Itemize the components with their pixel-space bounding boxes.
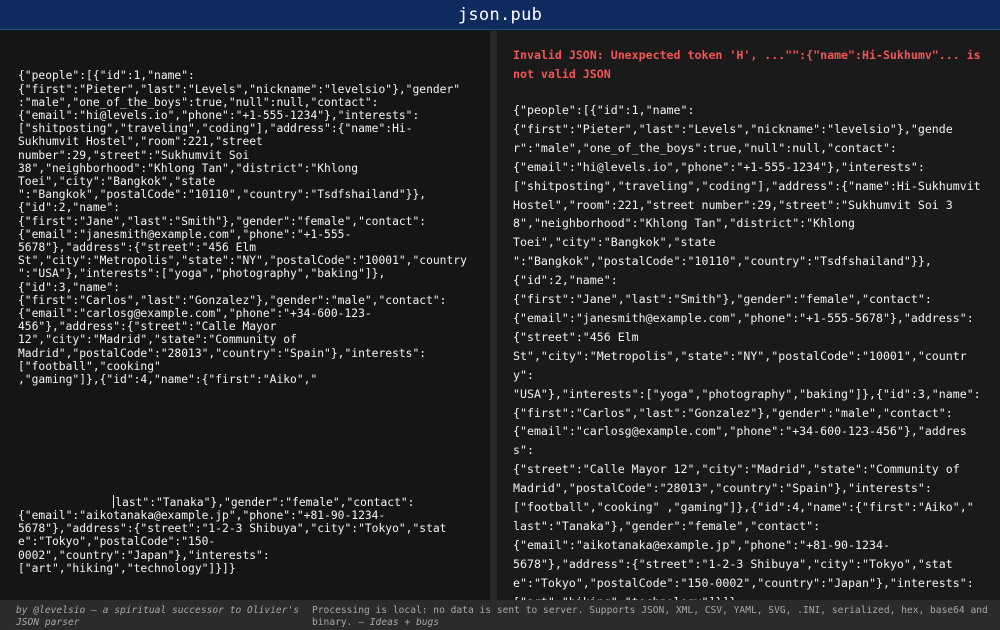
editor-text-block-2[interactable]: last":"Tanaka"},"gender":"female","conta… [18, 494, 472, 575]
credit-prefix: by [16, 605, 34, 616]
credit-middle: — a spiritual successor to [85, 605, 248, 616]
footer-credit: by @levelsio — a spiritual successor to … [16, 605, 316, 629]
app-title: json.pub [457, 4, 543, 25]
title-bar: json.pub [0, 0, 1000, 30]
json-output: {"people":[{"id":1,"name": {"first":"Pie… [513, 103, 981, 600]
json-input-editor[interactable]: {"people":[{"id":1,"name": {"first":"Pie… [0, 31, 490, 600]
footer-info: Processing is local: no data is sent to … [312, 605, 992, 629]
pane-divider[interactable] [490, 31, 497, 600]
footer: by @levelsio — a spiritual successor to … [0, 600, 1000, 630]
error-message: Invalid JSON: Unexpected token 'H', ..."… [513, 48, 988, 81]
editor-text-block-1[interactable]: {"people":[{"id":1,"name": {"first":"Pie… [18, 69, 472, 386]
author-link[interactable]: @levelsio [33, 605, 85, 616]
output-pane: Invalid JSON: Unexpected token 'H', ..."… [497, 31, 1000, 600]
ideas-bugs-link[interactable]: Ideas + bugs [370, 617, 439, 628]
